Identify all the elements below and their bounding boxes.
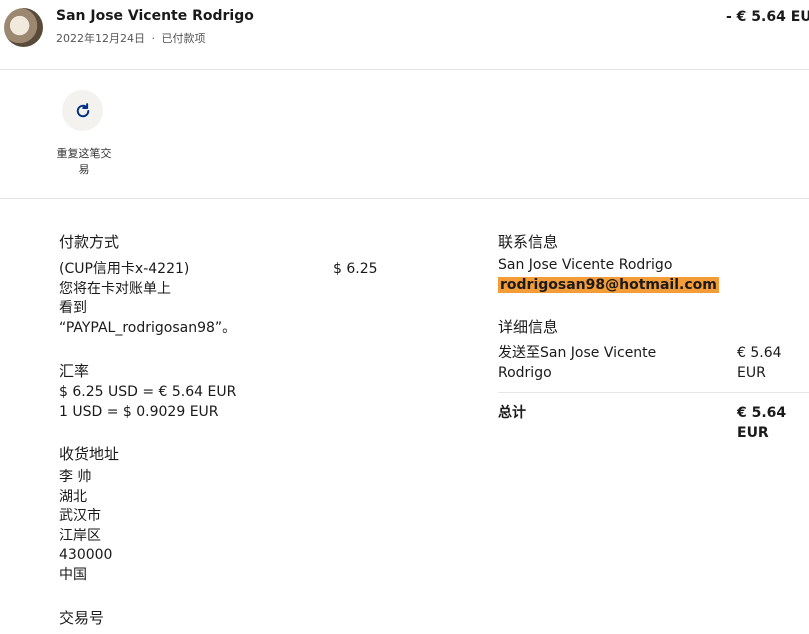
payment-line: (CUP信用卡x-4221) [59,261,190,277]
details-item: 发送至San Jose Vicente Rodrigo [498,344,656,383]
details-divider [498,392,809,393]
payment-amount: $ 6.25 [333,261,378,277]
contact-info-details: San Jose Vicente Rodrigo rodrigosan98@ho… [498,256,719,295]
address-line: 430000 [59,547,113,563]
transaction-meta: 2022年12月24日 · 已付款项 [56,30,206,46]
section-divider [0,198,809,199]
exchange-line: 1 USD = $ 0.9029 EUR [59,403,219,420]
transaction-header: San Jose Vicente Rodrigo 2022年12月24日 · 已… [0,0,809,70]
contact-email[interactable]: rodrigosan98@hotmail.com [498,276,719,293]
total-amount: € 5.64 EUR [737,405,787,441]
exchange-rate-title: 汇率 [59,362,90,380]
details-title: 详细信息 [498,318,559,336]
transaction-id-title: 交易号 [59,609,105,627]
repeat-transaction-button[interactable] [62,90,103,131]
payment-method-title: 付款方式 [59,233,120,251]
transaction-details-page: San Jose Vicente Rodrigo 2022年12月24日 · 已… [0,0,809,634]
payment-line: 您将在卡对账单上 [59,280,171,297]
exchange-rate-details: $ 6.25 USD = € 5.64 EUR 1 USD = $ 0.9029… [59,383,236,422]
shipping-address-details: 李 帅 湖北 武汉市 江岸区 430000 中国 [59,468,112,585]
repeat-transaction-label[interactable]: 重复这笔交易 [52,146,116,178]
address-line: 江岸区 [59,527,101,544]
details-item-line: Rodrigo [498,364,552,381]
avatar [4,8,43,47]
address-line: 武汉市 [59,508,101,524]
transaction-amount: - € 5.64 EUR [726,9,809,25]
address-line: 中国 [59,566,87,583]
contact-name: San Jose Vicente Rodrigo [498,257,673,273]
refresh-icon [76,102,89,117]
details-item-line: 发送至San Jose Vicente [498,345,657,361]
exchange-line: $ 6.25 USD = € 5.64 EUR [59,384,237,400]
shipping-address-title: 收货地址 [59,445,120,463]
total-label: 总计 [498,405,526,421]
meta-separator: · [151,32,156,45]
merchant-name: San Jose Vicente Rodrigo [56,8,254,24]
details-item-amount: € 5.64 EUR [737,345,782,381]
address-line: 李 帅 [59,469,92,485]
transaction-status: 已付款项 [161,32,206,45]
payment-line: 看到 [59,300,87,316]
contact-info-title: 联系信息 [498,233,559,251]
transaction-date: 2022年12月24日 [56,32,145,45]
payment-method-details: (CUP信用卡x-4221) 您将在卡对账单上 看到 “PAYPAL_rodri… [59,260,236,338]
address-line: 湖北 [59,488,87,505]
contact-email-row: rodrigosan98@hotmail.com [498,276,719,296]
payment-line: “PAYPAL_rodrigosan98”。 [59,319,237,336]
